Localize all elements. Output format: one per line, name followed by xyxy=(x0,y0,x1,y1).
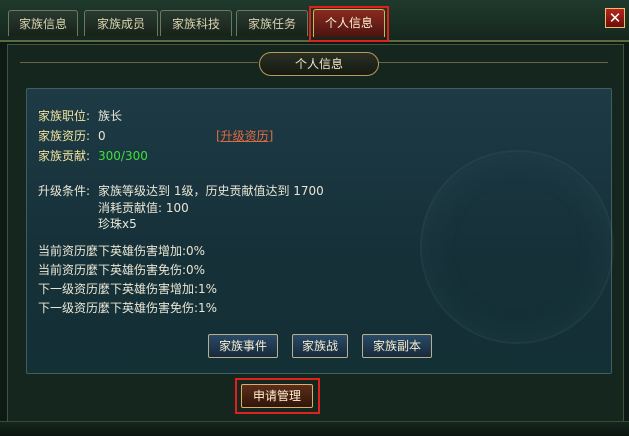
stat-next-damage-bonus: 下一级资历麼下英雄伤害增加:1% xyxy=(38,282,218,296)
qualification-label: 家族资历: xyxy=(38,129,91,143)
bottom-strip xyxy=(0,421,629,436)
title-ornament-right xyxy=(378,62,608,63)
close-button[interactable]: ✕ xyxy=(605,8,625,28)
tab-personal-info[interactable]: 个人信息 xyxy=(313,9,385,37)
upgrade-condition-line2: 消耗贡献值: 100 xyxy=(98,201,189,215)
family-war-button[interactable]: 家族战 xyxy=(292,334,348,358)
qualification-value: 0 xyxy=(98,129,106,143)
family-events-button[interactable]: 家族事件 xyxy=(208,334,278,358)
section-title: 个人信息 xyxy=(259,52,379,76)
tab-family-info[interactable]: 家族信息 xyxy=(8,10,78,36)
stat-current-damage-reduction: 当前资历麼下英雄伤害免伤:0% xyxy=(38,263,206,277)
upgrade-condition-line1: 家族等级达到 1级，历史贡献值达到 1700 xyxy=(98,184,324,198)
contribution-value: 300/300 xyxy=(98,149,148,163)
family-dungeon-button[interactable]: 家族副本 xyxy=(362,334,432,358)
title-ornament-left xyxy=(20,62,258,63)
upgrade-condition-line3: 珍珠x5 xyxy=(98,217,137,231)
position-value: 族长 xyxy=(98,109,123,123)
dragon-watermark xyxy=(420,150,614,344)
stat-current-damage-bonus: 当前资历麼下英雄伤害增加:0% xyxy=(38,244,206,258)
tab-family-members[interactable]: 家族成员 xyxy=(84,10,158,36)
tab-family-tech[interactable]: 家族科技 xyxy=(160,10,232,36)
tab-family-tasks[interactable]: 家族任务 xyxy=(236,10,308,36)
close-icon: ✕ xyxy=(608,9,622,27)
upgrade-qualification-link[interactable]: [升级资历] xyxy=(216,128,273,144)
upgrade-conditions-label: 升级条件: xyxy=(38,184,91,198)
stat-next-damage-reduction: 下一级资历麼下英雄伤害免伤:1% xyxy=(38,301,218,315)
family-window: 家族信息 家族成员 家族科技 家族任务 个人信息 ✕ 个人信息 家族职位: 族长… xyxy=(0,0,629,436)
apply-management-button[interactable]: 申请管理 xyxy=(241,384,313,408)
position-label: 家族职位: xyxy=(38,109,91,123)
contribution-label: 家族贡献: xyxy=(38,149,91,163)
